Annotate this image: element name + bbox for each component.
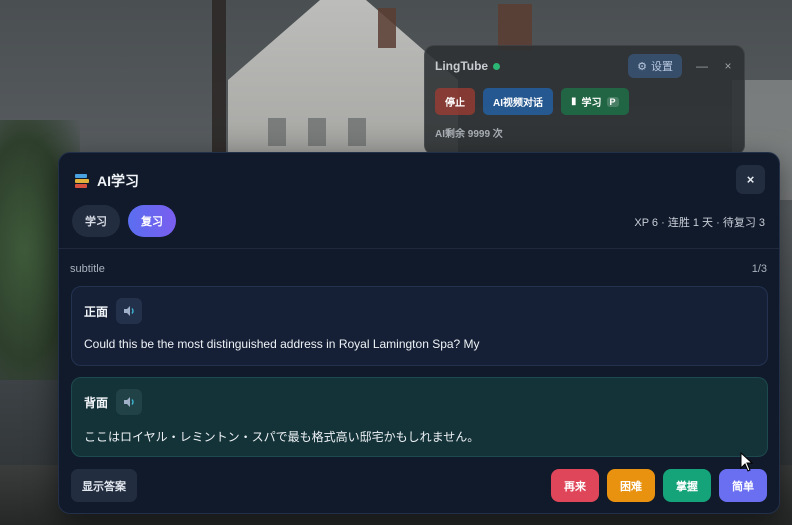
card-back-label: 背面	[84, 395, 109, 410]
grade-hard-button[interactable]: 困难	[607, 469, 655, 502]
study-badge: P	[606, 96, 619, 107]
grade-easy-button[interactable]: 简单	[719, 469, 767, 502]
toolbar-title: LingTube	[435, 59, 489, 73]
gear-icon: ⚙	[637, 60, 647, 73]
front-speak-button[interactable]	[116, 298, 143, 324]
speaker-icon	[123, 306, 134, 316]
chimney	[378, 8, 396, 48]
notebook-icon: ▮	[571, 96, 577, 107]
lingtube-toolbar: LingTube ⚙ 设置 — × 停止 AI视频对话 ▮ 学习 P AI剩余 …	[424, 45, 745, 155]
card-front: 正面 Could this be the most distinguished …	[71, 286, 768, 366]
settings-button[interactable]: ⚙ 设置	[628, 54, 682, 78]
card-back-text: ここはロイヤル・レミントン・スパで最も格式高い邸宅かもしれません。	[84, 430, 480, 444]
card-back-header: 背面	[84, 389, 143, 415]
ai-video-chat-button[interactable]: AI视频对话	[483, 88, 553, 115]
stop-button[interactable]: 停止	[435, 88, 475, 115]
card-front-label: 正面	[84, 304, 109, 319]
card-counter: 1/3	[751, 263, 767, 275]
house-window	[348, 118, 366, 146]
back-speak-button[interactable]	[116, 389, 143, 415]
close-icon: ×	[746, 172, 755, 187]
chimney	[498, 4, 532, 50]
speaker-icon	[123, 397, 134, 407]
minimize-button[interactable]: —	[696, 59, 708, 73]
toolbar-close-button[interactable]: ×	[722, 59, 734, 73]
grade-buttons: 再来 困难 掌握 简单	[551, 469, 767, 502]
settings-label: 设置	[651, 61, 673, 73]
house-window	[308, 118, 326, 146]
study-label: 学习	[581, 98, 602, 109]
card-front-header: 正面	[84, 298, 143, 324]
ai-study-modal: AI学习 × 学习 复习 XP 6 · 连胜 1 天 · 待复习 3 subti…	[58, 152, 780, 514]
house-window	[268, 118, 286, 146]
card-front-text: Could this be the most distinguished add…	[84, 337, 480, 351]
modal-title: AI学习	[97, 173, 139, 189]
ai-remaining-count: AI剩余 9999 次	[435, 129, 503, 140]
modal-close-button[interactable]: ×	[736, 165, 765, 194]
show-answer-button[interactable]: 显示答案	[71, 469, 137, 502]
card-back: 背面 ここはロイヤル・レミントン・スパで最も格式高い邸宅かもしれません。	[71, 377, 768, 457]
grade-good-button[interactable]: 掌握	[663, 469, 711, 502]
mode-tabs: 学习 复习	[72, 205, 176, 237]
mouse-cursor-icon	[740, 452, 754, 472]
modal-title-row: AI学习	[75, 171, 139, 191]
progress-stats: XP 6 · 连胜 1 天 · 待复习 3	[634, 217, 765, 229]
books-icon	[75, 173, 89, 189]
study-button[interactable]: ▮ 学习 P	[561, 88, 629, 115]
card-source: subtitle	[70, 263, 105, 275]
modal-header: AI学习 × 学习 复习 XP 6 · 连胜 1 天 · 待复习 3	[59, 153, 779, 249]
tab-study[interactable]: 学习	[72, 205, 120, 237]
status-dot	[493, 62, 501, 70]
tab-review[interactable]: 复习	[128, 205, 176, 237]
grade-again-button[interactable]: 再来	[551, 469, 599, 502]
